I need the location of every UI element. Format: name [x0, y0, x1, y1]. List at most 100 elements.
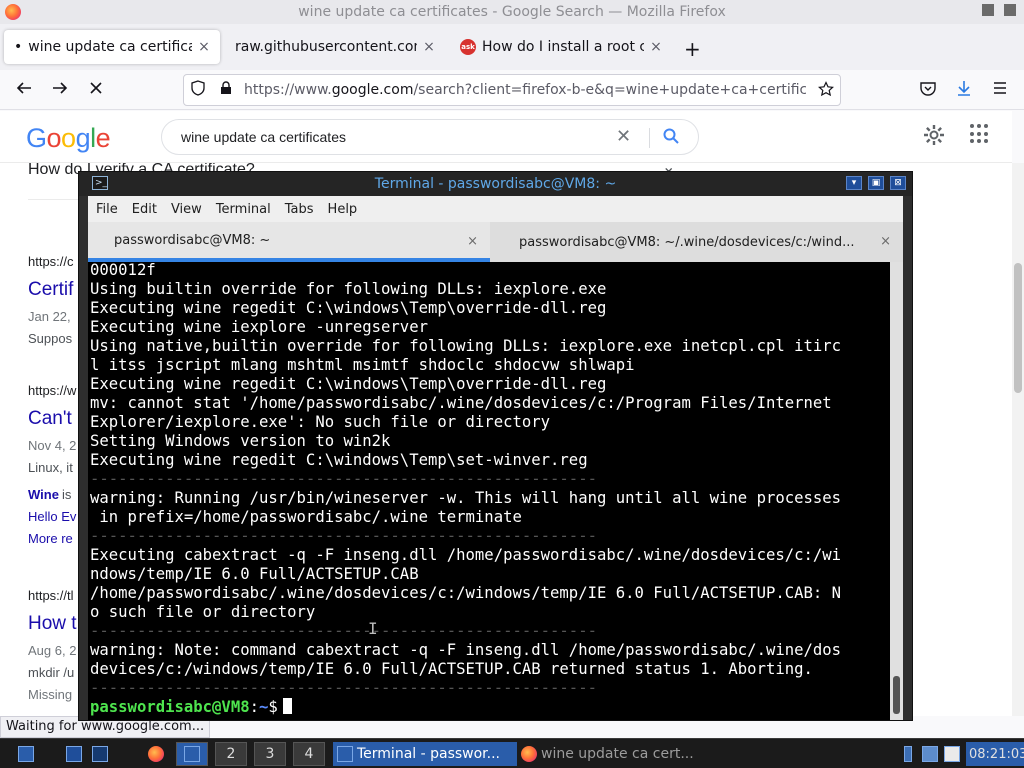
pocket-button[interactable]	[916, 79, 940, 102]
terminal-line: in prefix=/home/passwordisabc/.wine term…	[90, 508, 522, 526]
tab-google-search[interactable]: • wine update ca certificat ×	[4, 30, 220, 64]
terminal-tab-label: passwordisabc@VM8: ~/.wine/dosdevices/c:…	[519, 234, 855, 250]
page-scrollbar[interactable]	[1012, 163, 1024, 716]
window-list-icon[interactable]	[62, 742, 86, 766]
shield-icon[interactable]	[184, 80, 212, 100]
search-icon[interactable]	[662, 127, 680, 149]
url-bar[interactable]: https://www.google.com/search?client=fir…	[183, 74, 841, 106]
firefox-launcher-icon[interactable]	[144, 742, 168, 766]
workspace-2[interactable]: 2	[215, 742, 247, 766]
prompt-user: passwordisabc@VM8	[90, 698, 250, 716]
bookmark-star-icon[interactable]	[818, 81, 834, 101]
tab-close-icon[interactable]: ×	[650, 39, 662, 55]
terminal-minimize-icon[interactable]: ▾	[846, 176, 862, 190]
google-search-box[interactable]: wine update ca certificates ✕	[161, 119, 699, 155]
app-menu-button[interactable]	[988, 79, 1012, 102]
lock-icon[interactable]	[212, 81, 240, 99]
terminal-tab-home[interactable]: passwordisabc@VM8: ~ ×	[88, 222, 490, 262]
new-tab-button[interactable]: +	[684, 37, 701, 61]
search-query-text[interactable]: wine update ca certificates	[181, 129, 346, 145]
terminal-window-title: Terminal - passwordisabc@VM8: ~	[374, 176, 617, 192]
task-firefox[interactable]: wine update ca cert...	[517, 742, 705, 766]
tab-raw-github[interactable]: raw.githubusercontent.com/ ×	[225, 30, 445, 64]
menu-terminal[interactable]: Terminal	[216, 202, 271, 217]
mouse-ibeam-cursor: I	[368, 619, 378, 638]
terminal-window[interactable]: >_ Terminal - passwordisabc@VM8: ~ ▾ ▣ ⊠…	[78, 171, 913, 721]
tab-label: wine update ca certificat	[28, 39, 192, 55]
back-button[interactable]	[12, 79, 36, 102]
terminal-tab-close-icon[interactable]: ×	[467, 234, 478, 249]
workspace-3[interactable]: 3	[254, 742, 286, 766]
terminal-line: Executing wine regedit C:\windows\Temp\o…	[90, 375, 607, 393]
menu-help[interactable]: Help	[328, 202, 358, 217]
terminal-close-icon[interactable]: ⊠	[890, 176, 906, 190]
sitelink-wine[interactable]: Wine	[28, 487, 59, 502]
menu-launcher-icon[interactable]	[14, 742, 38, 766]
logo-letter: G	[26, 123, 47, 153]
menu-file[interactable]: File	[96, 202, 118, 217]
result-title[interactable]: Can't	[28, 408, 72, 430]
task-terminal[interactable]: Terminal - passwor...	[333, 742, 517, 766]
terminal-prompt[interactable]: passwordisabc@VM8:~$	[90, 698, 292, 717]
result-title[interactable]: Certif	[28, 279, 73, 301]
terminal-scrollbar[interactable]	[890, 262, 903, 720]
sitelink-hello[interactable]: Hello Ev	[28, 509, 76, 524]
more-results-link[interactable]: More re	[28, 531, 73, 546]
tray-display-icon[interactable]	[918, 742, 942, 766]
browser-nav-bar: https://www.google.com/search?client=fir…	[0, 70, 1024, 110]
taskbar-clock[interactable]: 08:21:03	[966, 742, 1024, 766]
clear-search-icon[interactable]: ✕	[616, 126, 631, 147]
taskbar: 2 3 4 Terminal - passwor... wine update …	[0, 738, 1024, 768]
back-arrow-icon	[16, 82, 31, 94]
tab-close-icon[interactable]: ×	[198, 39, 210, 55]
terminal-window-controls: ▾ ▣ ⊠	[846, 176, 906, 190]
workspace-4[interactable]: 4	[293, 742, 325, 766]
result-date: Jan 22,	[28, 309, 71, 324]
tab-ask-root-ca[interactable]: ask How do I install a root ce ×	[450, 30, 672, 64]
logo-letter: g	[75, 123, 91, 153]
terminal-tab-windows[interactable]: passwordisabc@VM8: ~/.wine/dosdevices/c:…	[490, 222, 903, 262]
firefox-task-icon	[521, 746, 537, 762]
stop-x-icon	[90, 82, 102, 94]
terminal-title-bar[interactable]: >_ Terminal - passwordisabc@VM8: ~ ▾ ▣ ⊠	[79, 172, 912, 196]
logo-letter: e	[95, 123, 111, 153]
minimize-icon[interactable]	[982, 4, 994, 16]
terminal-line: Executing wine regedit C:\windows\Temp\o…	[90, 299, 607, 317]
settings-gear-icon[interactable]	[922, 123, 946, 153]
tray-volume-icon[interactable]	[940, 742, 964, 766]
tab-label: How do I install a root ce	[482, 39, 644, 55]
tray-network-icon[interactable]	[900, 742, 916, 766]
search-launcher-icon[interactable]	[88, 742, 112, 766]
terminal-scrollbar-thumb[interactable]	[893, 676, 900, 714]
tab-close-icon[interactable]: ×	[423, 39, 435, 55]
scrollbar-thumb[interactable]	[1014, 263, 1022, 393]
workspace-1[interactable]	[176, 742, 208, 766]
prompt-separator: :	[249, 698, 259, 716]
menu-view[interactable]: View	[171, 202, 202, 217]
terminal-line: Using builtin override for following DLL…	[90, 280, 607, 298]
stop-button[interactable]	[84, 79, 108, 102]
terminal-tab-close-icon[interactable]: ×	[880, 234, 891, 249]
terminal-line: Setting Windows version to win2k	[90, 432, 391, 450]
terminal-maximize-icon[interactable]: ▣	[868, 176, 884, 190]
terminal-output[interactable]: 000012f Using builtin override for follow…	[88, 262, 890, 720]
terminal-line: l itss jscript mlang mshtml msimtf shdoc…	[90, 356, 635, 374]
menu-edit[interactable]: Edit	[132, 202, 157, 217]
result-url[interactable]: https://c	[28, 254, 74, 269]
pocket-icon	[920, 82, 936, 96]
url-prefix: https://www.	[244, 82, 332, 98]
result-url[interactable]: https://w	[28, 383, 76, 398]
window-controls	[982, 4, 1016, 16]
url-text[interactable]: https://www.google.com/search?client=fir…	[244, 82, 806, 98]
maximize-icon[interactable]	[1004, 4, 1016, 16]
google-apps-icon[interactable]	[970, 124, 990, 144]
result-url[interactable]: https://tl	[28, 588, 74, 603]
menu-tabs[interactable]: Tabs	[285, 202, 314, 217]
google-logo[interactable]: Google	[26, 123, 111, 154]
downloads-button[interactable]	[952, 79, 976, 102]
terminal-line: devices/c:/windows/temp/IE 6.0 Full/ACTS…	[90, 660, 813, 678]
result-title[interactable]: How t	[28, 613, 77, 635]
terminal-app-icon: >_	[92, 176, 108, 190]
forward-button[interactable]	[48, 79, 72, 102]
terminal-line: Executing cabextract -q -F inseng.dll /h…	[90, 546, 842, 564]
